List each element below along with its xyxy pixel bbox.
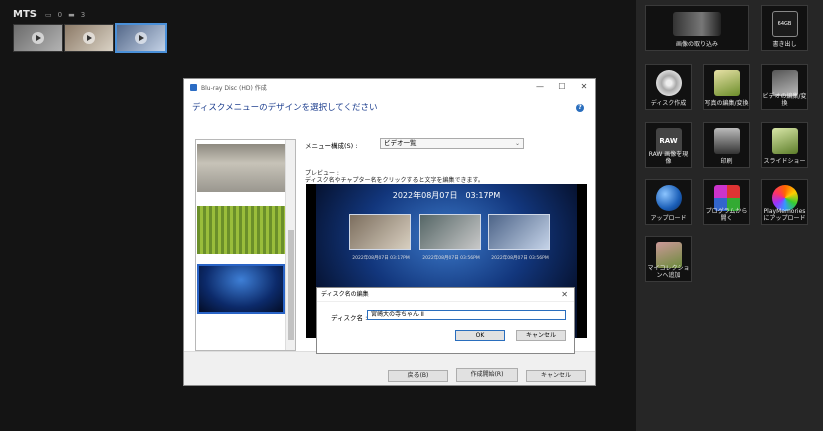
disc-name-dialog: ディスク名の編集 ✕ ディスク名 : 宮崎大の寺ちゃん Ⅱ OK キャンセル — [316, 287, 575, 354]
menu-design-gray[interactable] — [197, 144, 285, 192]
window-controls: — ☐ ✕ — [529, 79, 595, 95]
playmemories-upload-tile[interactable]: PlayMemories にアップロード — [761, 179, 808, 225]
menu-design-list[interactable] — [195, 139, 296, 351]
raw-develop-label: RAW 画像を現像 — [648, 151, 689, 165]
preview-label-block: プレビュー : ディスク名やチャプター名をクリックすると文字を編集できます。 — [305, 170, 484, 184]
disc-name-label: ディスク名 : — [331, 314, 368, 322]
preview-label: プレビュー : — [305, 170, 339, 177]
dialog-title: ディスク名の編集 — [317, 288, 574, 302]
video-thumbnail-2[interactable] — [64, 24, 114, 52]
item-counts: ▭ 0 ▬ 3 — [45, 11, 85, 19]
disc-name-input[interactable]: 宮崎大の寺ちゃん Ⅱ — [367, 310, 566, 320]
sd-card-icon: 64GB — [771, 11, 798, 37]
chapter-caption-2[interactable]: 2022年08月07日 03:56PM — [416, 255, 486, 261]
thumbnail-strip — [13, 23, 167, 53]
video-thumbnail-3[interactable] — [115, 23, 167, 53]
menu-structure-label: メニュー構成(S) : — [305, 142, 358, 150]
add-to-collection-tile[interactable]: マイコレクショ ンへ追加 — [645, 236, 692, 282]
video-edit-label: ビデオの編集/変換 — [762, 93, 807, 107]
slideshow-label: スライドショー — [763, 158, 806, 165]
back-button[interactable]: 戻る(B) — [388, 370, 448, 382]
upload-tile[interactable]: アップロード — [645, 179, 692, 225]
open-with-program-label: プログラムから 開く — [705, 208, 748, 222]
video-edit-tile[interactable]: ビデオの編集/変換 — [761, 64, 808, 110]
design-list-scrollbar[interactable] — [285, 140, 295, 350]
chevron-down-icon: ⌄ — [514, 140, 520, 147]
disc-create-tile[interactable]: ディスク作成 — [645, 64, 692, 110]
folder-title: MTS — [13, 9, 37, 20]
close-icon[interactable]: ✕ — [561, 290, 568, 299]
menu-structure-value: ビデオ一覧 — [384, 139, 417, 147]
chapter-thumbnail-2[interactable]: 2022年08月07日 03:56PM — [419, 214, 481, 261]
import-label: 画像の取り込み — [675, 41, 718, 48]
print-tile[interactable]: 印刷 — [703, 122, 750, 168]
chapter-thumbnail-1[interactable]: 2022年08月07日 03:17PM — [349, 214, 411, 261]
window-title: Blu-ray Disc (HD) 作成 — [201, 84, 267, 92]
menu-design-green[interactable] — [197, 206, 285, 254]
add-to-collection-label: マイコレクショ ンへ追加 — [647, 265, 690, 279]
upload-label: アップロード — [650, 215, 687, 222]
video-count: 3 — [80, 10, 86, 19]
disc-title-datetime[interactable]: 2022年08月07日 03:17PM — [316, 190, 577, 201]
printer-icon — [713, 128, 740, 154]
play-icon — [135, 32, 147, 44]
chapter-thumbnail-3[interactable]: 2022年08月07日 03:56PM — [488, 214, 550, 261]
camera-icon — [673, 12, 721, 36]
chapter-caption-3[interactable]: 2022年08月07日 03:56PM — [485, 255, 555, 261]
close-icon[interactable]: ✕ — [573, 79, 595, 95]
video-count-icon: ▬ — [68, 10, 75, 19]
photo-count: 0 — [57, 10, 63, 19]
video-thumbnail-1[interactable] — [13, 24, 63, 52]
function-panel: 画像の取り込み 64GB 書き出し ディスク作成 写真の編集/変換 ビデオの編集… — [636, 0, 823, 431]
sd-card-capacity: 64GB — [777, 21, 792, 27]
minimize-icon[interactable]: — — [529, 79, 551, 95]
play-icon — [83, 32, 95, 44]
playmemories-upload-label: PlayMemories にアップロード — [763, 208, 806, 222]
photo-edit-tile[interactable]: 写真の編集/変換 — [703, 64, 750, 110]
chapter-caption-1[interactable]: 2022年08月07日 03:17PM — [346, 255, 416, 261]
photo-count-icon: ▭ — [44, 10, 52, 19]
ok-button[interactable]: OK — [455, 330, 505, 341]
wizard-cancel-button[interactable]: キャンセル — [526, 370, 586, 382]
photo-edit-icon — [713, 70, 740, 96]
help-icon[interactable]: ? — [576, 104, 584, 112]
preview-hint: ディスク名やチャプター名をクリックすると文字を編集できます。 — [305, 177, 484, 184]
disc-create-label: ディスク作成 — [650, 100, 687, 107]
play-icon — [32, 32, 44, 44]
photo-edit-label: 写真の編集/変換 — [704, 100, 749, 107]
raw-badge: RAW — [659, 137, 678, 145]
slideshow-icon — [771, 128, 798, 154]
slideshow-tile[interactable]: スライドショー — [761, 122, 808, 168]
import-tile[interactable]: 画像の取り込み — [645, 5, 749, 51]
disc-icon — [655, 70, 682, 96]
raw-develop-tile[interactable]: RAW RAW 画像を現像 — [645, 122, 692, 168]
menu-design-blue[interactable] — [197, 264, 285, 314]
folder-header: MTS ▭ 0 ▬ 3 — [13, 9, 85, 20]
maximize-icon[interactable]: ☐ — [551, 79, 573, 95]
print-label: 印刷 — [720, 158, 733, 165]
dialog-cancel-button[interactable]: キャンセル — [516, 330, 566, 341]
globe-icon — [655, 185, 682, 211]
app-icon — [190, 83, 197, 91]
page-heading: ディスクメニューのデザインを選択してください — [192, 103, 378, 113]
scrollbar-thumb[interactable] — [288, 230, 294, 340]
export-tile[interactable]: 64GB 書き出し — [761, 5, 808, 51]
start-create-button[interactable]: 作成開始(R) — [456, 368, 518, 382]
open-with-program-tile[interactable]: プログラムから 開く — [703, 179, 750, 225]
wizard-footer: 戻る(B) 作成開始(R) キャンセル — [184, 351, 595, 385]
export-label: 書き出し — [772, 41, 797, 48]
menu-structure-select[interactable]: ビデオ一覧 ⌄ — [380, 138, 524, 149]
